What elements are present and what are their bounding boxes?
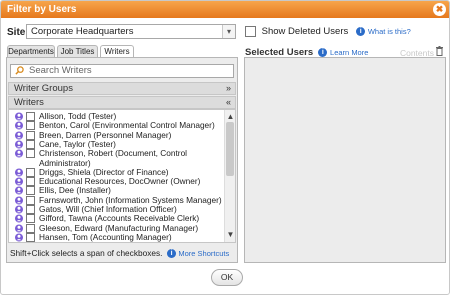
writer-checkbox[interactable] <box>26 214 35 224</box>
scroll-down-icon[interactable]: ▼ <box>225 230 235 240</box>
user-icon <box>15 149 23 158</box>
writer-checkbox[interactable] <box>26 177 35 187</box>
user-icon <box>15 112 23 121</box>
trash-icon[interactable] <box>436 46 443 56</box>
search-icon <box>15 66 24 75</box>
writer-groups-label: Writer Groups <box>14 83 73 94</box>
user-icon <box>15 224 23 233</box>
filter-by-users-dialog: Filter by Users ✖ Site Corporate Headqua… <box>0 0 450 295</box>
user-icon <box>15 196 23 205</box>
user-icon <box>15 177 23 186</box>
writer-checkbox[interactable] <box>26 195 35 205</box>
shortcut-hint: Shift+Click selects a span of checkboxes… <box>8 246 236 260</box>
writer-name: Christenson, Robert (Document, Control <box>39 148 188 159</box>
user-icon <box>15 121 23 130</box>
show-deleted-label[interactable]: Show Deleted Users <box>262 26 349 37</box>
info-icon[interactable]: i <box>167 249 177 259</box>
info-icon[interactable]: i <box>318 47 328 57</box>
selected-users-panel <box>244 57 446 263</box>
user-icon <box>15 205 23 214</box>
search-placeholder: Search Writers <box>29 65 92 76</box>
writer-checkbox[interactable] <box>26 186 35 196</box>
writer-checkbox[interactable] <box>26 232 35 242</box>
show-deleted-checkbox[interactable] <box>245 26 256 37</box>
list-scrollbar[interactable]: ▲ ▼ <box>224 110 235 242</box>
ok-button[interactable]: OK <box>211 269 243 286</box>
user-icon <box>15 233 23 242</box>
scroll-thumb[interactable] <box>226 122 234 176</box>
writers-label: Writers <box>14 97 44 108</box>
writer-checkbox[interactable] <box>26 149 35 159</box>
writer-checkbox[interactable] <box>26 139 35 149</box>
learn-more-link[interactable]: Learn More <box>330 48 368 57</box>
writer-checkbox[interactable] <box>26 205 35 214</box>
user-icon <box>15 168 23 177</box>
writers-list: ▲ ▼ Allison, Todd (Tester) Benton, Carol … <box>8 109 236 243</box>
show-deleted-users: Show Deleted Users i What is this? <box>245 26 411 37</box>
writer-checkbox[interactable] <box>26 121 35 131</box>
search-writers-input[interactable]: Search Writers <box>10 64 234 78</box>
writer-groups-header[interactable]: Writer Groups » <box>8 82 236 95</box>
site-label: Site <box>7 27 26 38</box>
writer-checkbox[interactable] <box>26 223 35 233</box>
user-icon <box>15 140 23 149</box>
writers-panel: Search Writers Writer Groups » Writers «… <box>6 57 238 263</box>
writer-checkbox[interactable] <box>26 112 35 121</box>
close-icon[interactable]: ✖ <box>433 3 446 16</box>
chevron-double-up-icon[interactable]: « <box>226 97 231 107</box>
site-select[interactable]: Corporate Headquarters ▾ <box>26 24 236 39</box>
writers-header[interactable]: Writers « <box>8 96 236 109</box>
what-is-this-link[interactable]: What is this? <box>368 27 411 36</box>
info-icon[interactable]: i <box>356 27 366 36</box>
user-icon <box>15 186 23 195</box>
shortcut-hint-text: Shift+Click selects a span of checkboxes… <box>10 248 163 258</box>
chevron-down-icon[interactable]: ▾ <box>222 25 235 38</box>
writer-name: Gifford, Tawna (Accounts Receivable Cler… <box>39 213 200 224</box>
writer-name: Benton, Carol (Environmental Control Man… <box>39 120 215 131</box>
site-select-value: Corporate Headquarters <box>31 26 134 37</box>
user-icon <box>15 214 23 223</box>
writer-checkbox[interactable] <box>26 130 35 140</box>
dialog-title: Filter by Users <box>7 4 77 15</box>
chevron-double-down-icon[interactable]: » <box>226 83 231 93</box>
scroll-up-icon[interactable]: ▲ <box>225 112 235 122</box>
dialog-title-bar: Filter by Users ✖ <box>1 1 449 18</box>
more-shortcuts-link[interactable]: More Shortcuts <box>178 249 229 258</box>
user-icon <box>15 131 23 140</box>
writer-checkbox[interactable] <box>26 167 35 177</box>
writer-name: Hansen, Tom (Accounting Manager) <box>39 231 172 242</box>
